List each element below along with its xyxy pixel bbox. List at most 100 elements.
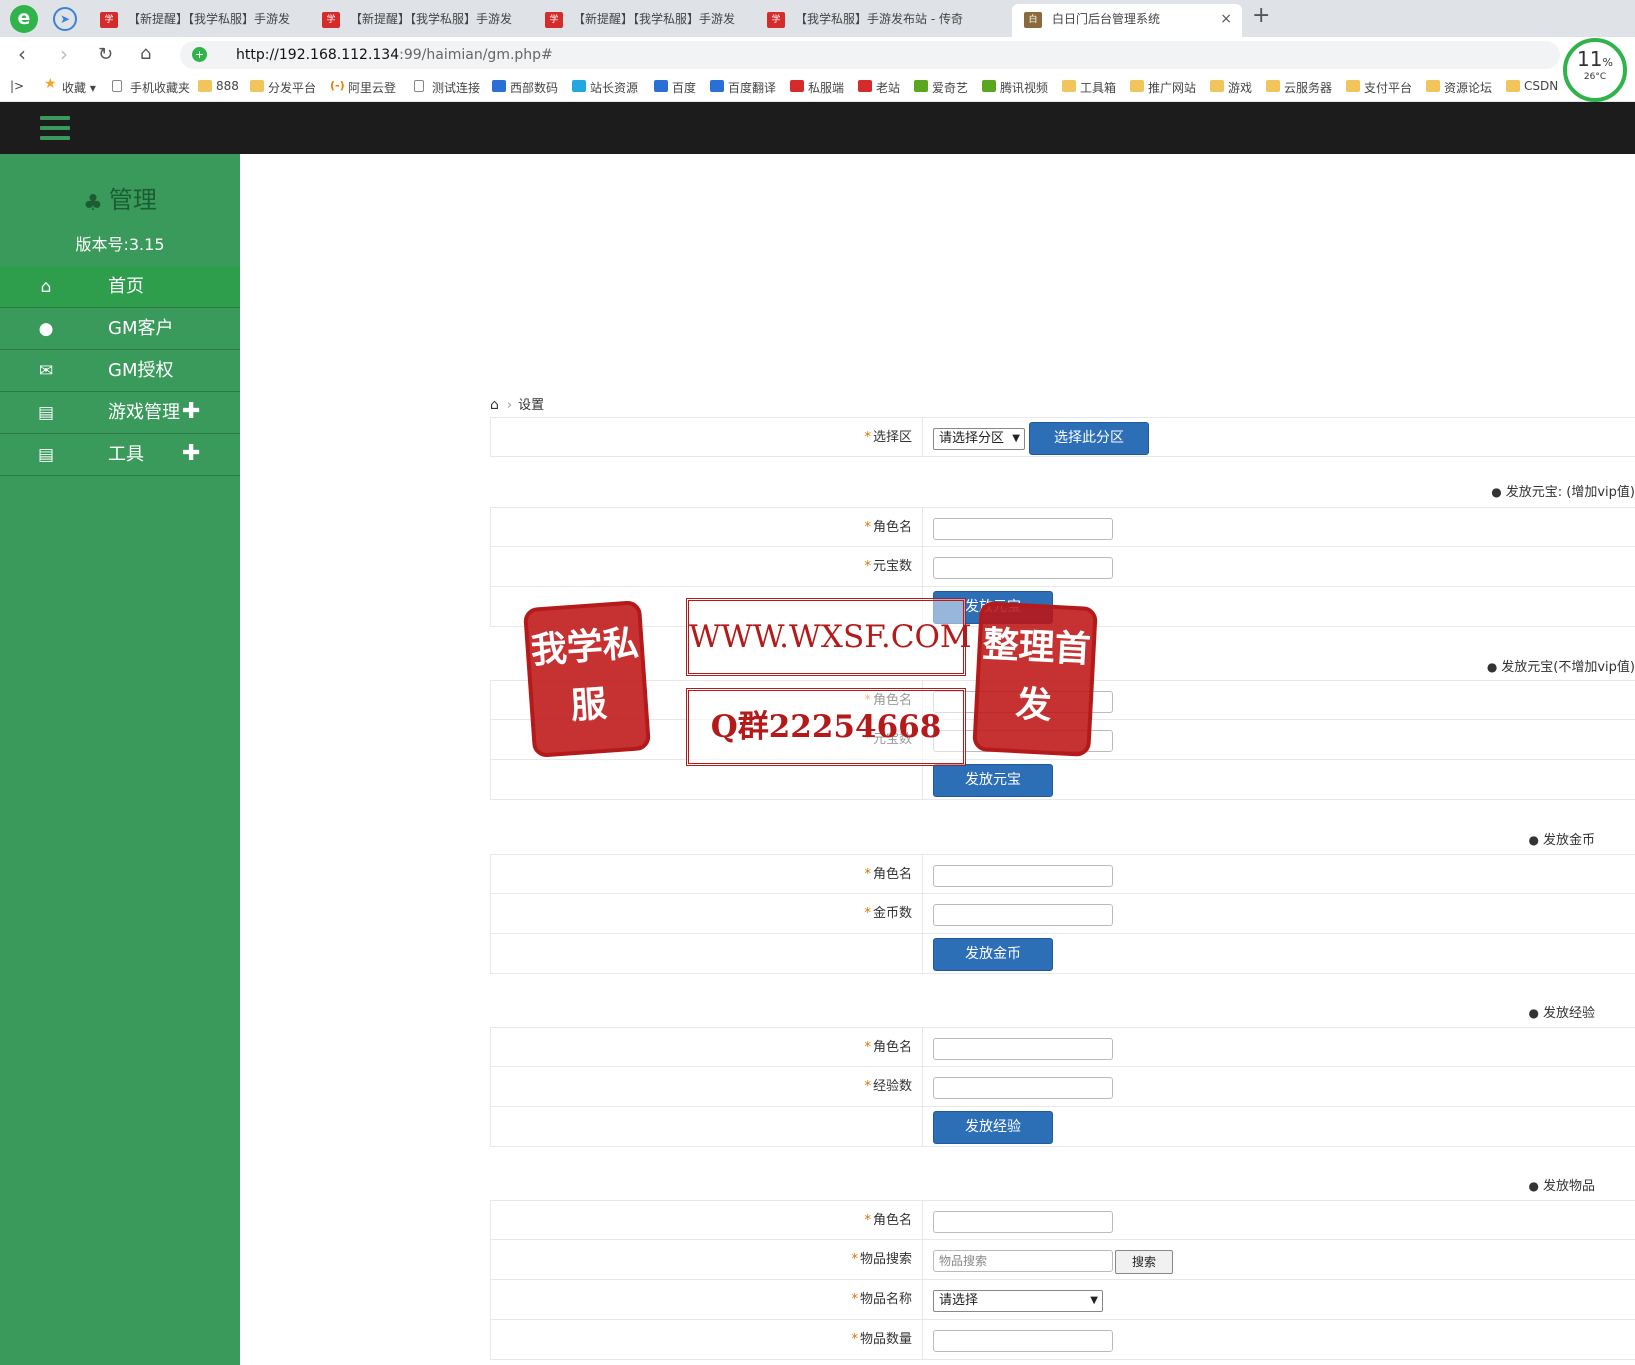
form-row: * 金币数 — [490, 894, 1635, 934]
site-favicon-icon: 学 — [545, 12, 563, 28]
yuanbao-amount-input[interactable] — [933, 557, 1113, 579]
give-gold-button[interactable]: 发放金币 — [933, 938, 1053, 971]
sidebar-toggle-icon[interactable]: |> — [10, 79, 24, 93]
sidebar-item-gm-auth[interactable]: ✉ GM授权 — [0, 350, 240, 392]
close-tab-icon[interactable]: × — [1220, 4, 1232, 35]
role-name-input[interactable] — [933, 518, 1113, 540]
item-search-button[interactable]: 搜索 — [1115, 1250, 1173, 1274]
home-icon[interactable]: ⌂ — [490, 397, 499, 413]
exp-amount-input[interactable] — [933, 1077, 1113, 1099]
envelope-icon: ✉ — [38, 361, 54, 381]
bookmark-item[interactable]: 测试连接 — [414, 79, 480, 96]
field-label: * 角色名 — [491, 508, 923, 547]
form-row: * 元宝数 — [490, 547, 1635, 587]
url-field[interactable]: + http://192.168.112.134:99/haimian/gm.p… — [180, 41, 1560, 69]
form-row: * 角色名 — [490, 680, 1635, 720]
role-name-input[interactable] — [933, 691, 1113, 713]
bookmark-item[interactable]: 云服务器 — [1266, 79, 1332, 96]
bookmark-item[interactable]: 分发平台 — [250, 79, 316, 96]
expand-plus-icon[interactable]: ✚ — [182, 433, 200, 475]
sidebar-item-home[interactable]: ⌂ 首页 — [0, 266, 240, 308]
tencent-video-icon — [982, 80, 996, 92]
sidebar-item-game-manage[interactable]: ▤ 游戏管理 ✚ — [0, 392, 240, 434]
breadcrumb: ⌂ › 设置 — [490, 394, 544, 413]
yuanbao-amount-input[interactable] — [933, 730, 1113, 752]
role-name-input[interactable] — [933, 1211, 1113, 1233]
home-icon: ⌂ — [40, 277, 52, 297]
gold-amount-input[interactable] — [933, 904, 1113, 926]
bookmark-item[interactable]: ★ 收藏 ▾ — [44, 76, 96, 96]
reload-icon[interactable]: ↻ — [98, 44, 113, 65]
main-content: ⌂ › 设置 * 选择区 请选择分区 ▼ 选择此分区 ● 发放元宝: (增加vip值) *… — [240, 154, 1635, 1365]
select-zone-button[interactable]: 选择此分区 — [1029, 422, 1149, 455]
role-name-input[interactable] — [933, 865, 1113, 887]
give-exp-button[interactable]: 发放经验 — [933, 1111, 1053, 1144]
tab-title: 【我学私服】手游发布站 - 传奇 — [795, 12, 963, 26]
home-icon[interactable]: ⌂ — [140, 43, 151, 64]
bookmark-item[interactable]: 支付平台 — [1346, 79, 1412, 96]
bookmark-item[interactable]: 腾讯视频 — [982, 79, 1048, 96]
zone-label: * 选择区 — [491, 418, 923, 457]
browser-tab-active[interactable]: 白 白日门后台管理系统 × — [1012, 4, 1242, 37]
give-yuanbao-vip-button[interactable]: 发放元宝 — [933, 591, 1053, 624]
form-row: * 角色名 — [490, 1027, 1635, 1067]
bookmark-item[interactable]: 工具箱 — [1062, 79, 1116, 96]
tab-title: 白日门后台管理系统 — [1052, 12, 1161, 26]
form-row: 发放元宝 — [490, 760, 1635, 800]
bookmark-item[interactable]: 百度翻译 — [710, 79, 776, 96]
browser-logo-icon[interactable]: e — [10, 5, 38, 33]
expand-plus-icon[interactable]: ✚ — [182, 391, 200, 433]
bookmark-item[interactable]: 西部数码 — [492, 79, 558, 96]
form-row: * 物品名称 请选择 ▼ — [490, 1280, 1635, 1320]
field-label: * 经验数 — [491, 1067, 923, 1106]
chevron-down-icon: ▼ — [1012, 433, 1020, 444]
chevron-down-icon: ▼ — [1090, 1295, 1098, 1306]
section-title-yuanbao-novip: ● 发放元宝(不增加vip值) — [1486, 660, 1635, 675]
form-row: 发放金币 — [490, 934, 1635, 974]
sidebar-item-tools[interactable]: ▤ 工具 ✚ — [0, 434, 240, 476]
aliyun-icon: (-) — [330, 79, 345, 92]
address-bar: ‹ › ↻ ⌂ + http://192.168.112.134:99/haim… — [0, 37, 1635, 74]
user-icon: ● — [1528, 1006, 1539, 1020]
navigate-icon[interactable]: ➤ — [53, 7, 77, 31]
sidebar-item-gm-clients[interactable]: ● GM客户 — [0, 308, 240, 350]
browser-tab[interactable]: 学 【新提醒】【我学私服】手游发 — [310, 4, 540, 37]
bookmark-item[interactable]: 手机收藏夹 — [112, 79, 190, 96]
item-name-select[interactable]: 请选择 ▼ — [933, 1290, 1103, 1312]
briefcase-icon: ▤ — [37, 445, 55, 465]
version-label: 版本号:3.15 — [75, 235, 165, 254]
folder-icon — [1210, 80, 1224, 92]
bookmark-item[interactable]: 资源论坛 — [1426, 79, 1492, 96]
bookmark-item[interactable]: 私服端 — [790, 79, 844, 96]
new-tab-button[interactable]: + — [1252, 3, 1270, 28]
bookmark-item[interactable]: 游戏 — [1210, 79, 1252, 96]
bookmark-item[interactable]: CSDN — [1506, 79, 1558, 93]
browser-tab[interactable]: 学 【新提醒】【我学私服】手游发 — [88, 4, 318, 37]
chevron-right-icon: › — [506, 398, 513, 413]
browser-tab[interactable]: 学 【我学私服】手游发布站 - 传奇 — [755, 4, 985, 37]
browser-tab[interactable]: 学 【新提醒】【我学私服】手游发 — [533, 4, 763, 37]
user-icon: ● — [1528, 833, 1539, 847]
forward-icon[interactable]: › — [60, 42, 68, 66]
bookmark-item[interactable]: 888 — [198, 79, 239, 93]
site-favicon-icon: 学 — [322, 12, 340, 28]
bookmark-item[interactable]: 爱奇艺 — [914, 79, 968, 96]
bookmark-item[interactable]: 站长资源 — [572, 79, 638, 96]
folder-icon — [1130, 80, 1144, 92]
bookmark-item[interactable]: (-) 阿里云登 — [330, 79, 396, 96]
bookmark-item[interactable]: 老站 — [858, 79, 900, 96]
bookmark-item[interactable]: 推广网站 — [1130, 79, 1196, 96]
role-name-input[interactable] — [933, 1038, 1113, 1060]
site-favicon-icon — [858, 80, 872, 92]
cpu-usage-widget[interactable]: 11% 26°C — [1563, 38, 1627, 102]
folder-icon — [1426, 80, 1440, 92]
bookmark-item[interactable]: 百度 — [654, 79, 696, 96]
field-label: * 角色名 — [491, 681, 923, 720]
back-icon[interactable]: ‹ — [18, 42, 26, 66]
zone-select[interactable]: 请选择分区 ▼ — [933, 428, 1025, 450]
item-search-input[interactable]: 物品搜索 — [933, 1250, 1113, 1272]
menu-toggle-icon[interactable] — [40, 116, 70, 140]
item-quantity-input[interactable] — [933, 1330, 1113, 1352]
give-yuanbao-novip-button[interactable]: 发放元宝 — [933, 764, 1053, 797]
field-label: * 角色名 — [491, 1201, 923, 1240]
